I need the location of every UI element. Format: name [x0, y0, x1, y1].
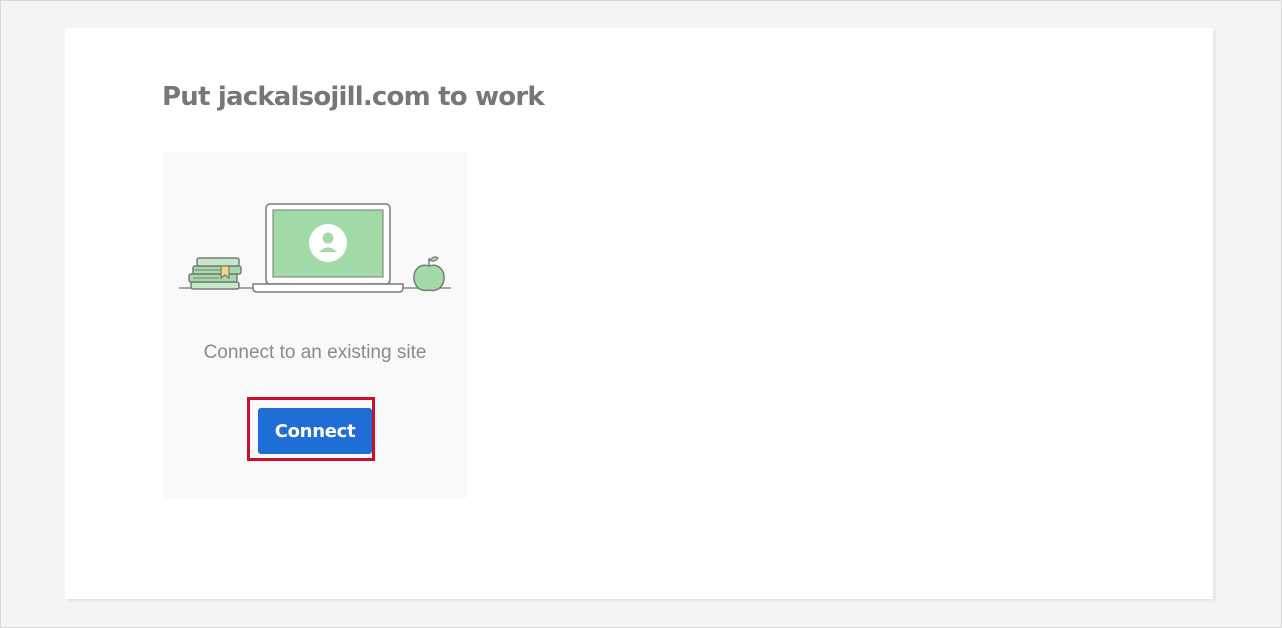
main-panel: Put jackalsojill.com to work Connect to …: [65, 28, 1213, 599]
connect-site-card: Connect to an existing site Connect: [163, 152, 467, 498]
apple-icon: [413, 256, 445, 292]
books-icon: [188, 257, 242, 290]
laptop-icon: [252, 203, 404, 293]
connect-button[interactable]: Connect: [258, 408, 372, 454]
page-title: Put jackalsojill.com to work: [162, 82, 545, 112]
card-description: Connect to an existing site: [203, 342, 427, 363]
laptop-with-user-icon: [179, 203, 451, 293]
page-frame: Put jackalsojill.com to work Connect to …: [0, 0, 1282, 628]
